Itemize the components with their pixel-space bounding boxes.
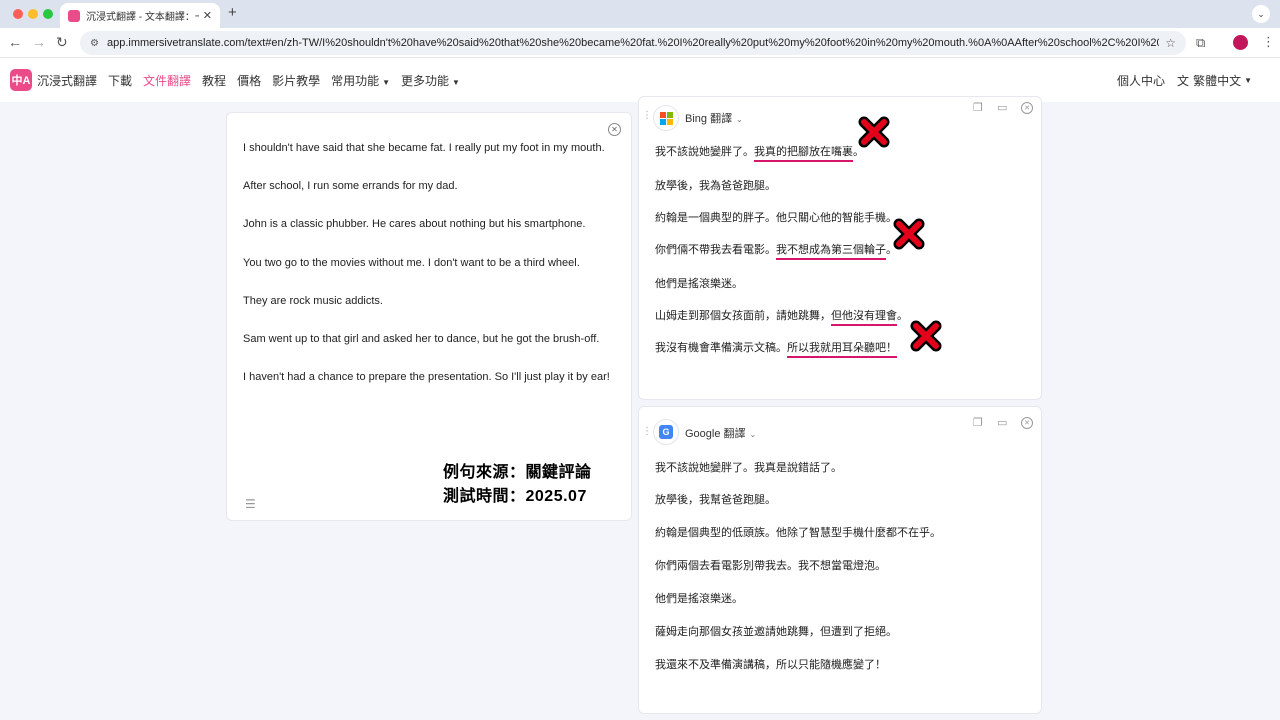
caret-down-icon: ▼ (452, 77, 460, 87)
translation-line: 薩姆走向那個女孩並邀請她跳舞，但遭到了拒絕。 (655, 626, 897, 638)
highlighted-error: 所以我就用耳朵聽吧！ (787, 342, 897, 358)
source-text-panel[interactable]: ✕ I shouldn't have said that she became … (226, 112, 632, 521)
forward-icon[interactable]: → (32, 34, 46, 50)
source-line: You two go to the movies without me. I d… (243, 257, 580, 269)
translation-line: 你們倆不帶我去看電影。我不想成為第三個輪子。 (655, 241, 897, 260)
browser-menu-icon[interactable]: ⋮ (1262, 34, 1275, 50)
nav-pricing[interactable]: 價格 (237, 72, 261, 89)
nav-more-features[interactable]: 更多功能 ▼ (401, 72, 460, 89)
browser-toolbar: ← → ↻ ⚙ app.immersivetranslate.com/text#… (0, 28, 1280, 58)
bing-translation-panel: ⋮⋮ Bing 翻譯 ⌄ ❐ ▭ ✕ 我不該說她變胖了。我真的把腳放在嘴裏。 放學… (638, 96, 1042, 400)
brand-name[interactable]: 沉浸式翻譯 (37, 72, 97, 89)
line-text: 我不該說她變胖了。 (655, 146, 754, 158)
text-wrap-icon[interactable]: ☰ (245, 497, 256, 511)
browser-tab-strip: 沉浸式翻譯 - 文本翻譯：一鍵翻 ✕ + ⌄ (0, 0, 1280, 28)
minimize-window-button[interactable] (28, 9, 38, 19)
nav-document-translate[interactable]: 文件翻譯 (143, 72, 191, 89)
compare-icon[interactable]: ▭ (997, 416, 1007, 429)
engine-selector[interactable]: Bing 翻譯 ⌄ (685, 110, 743, 126)
translation-line: 放學後，我幫爸爸跑腿。 (655, 494, 776, 506)
nav-tutorial[interactable]: 教程 (202, 72, 226, 89)
chevron-down-icon: ⌄ (749, 430, 757, 439)
cross-mark-icon (910, 320, 942, 352)
profile-avatar[interactable] (1233, 35, 1248, 50)
caret-down-icon: ▼ (1244, 75, 1252, 85)
nav-common-features-label: 常用功能 (331, 73, 380, 88)
source-line: They are rock music addicts. (243, 295, 383, 307)
translation-line: 他們是搖滾樂迷。 (655, 593, 743, 605)
chevron-down-icon: ⌄ (736, 115, 743, 124)
line-text: 我沒有機會準備演示文稿。 (655, 342, 787, 354)
test-date-caption: 測試時間：2025.07 (443, 488, 587, 505)
translation-line: 放學後，我為爸爸跑腿。 (655, 180, 776, 192)
cross-mark-icon (893, 218, 925, 250)
translation-line: 我不該說她變胖了。我真是說錯話了。 (655, 462, 842, 474)
source-line: John is a classic phubber. He cares abou… (243, 218, 586, 230)
close-window-button[interactable] (13, 9, 23, 19)
browser-tab[interactable]: 沉浸式翻譯 - 文本翻譯：一鍵翻 ✕ (60, 3, 220, 28)
highlighted-error: 我不想成為第三個輪子 (776, 244, 886, 260)
extensions-icon[interactable]: ⧉ (1196, 35, 1205, 51)
user-center-link[interactable]: 個人中心 (1117, 72, 1165, 89)
cross-mark-icon (858, 116, 890, 148)
tab-title: 沉浸式翻譯 - 文本翻譯：一鍵翻 (86, 12, 199, 23)
translation-line: 山姆走到那個女孩面前，請她跳舞，但他沒有理會。 (655, 307, 908, 326)
example-source-caption: 例句來源：關鍵評論 (443, 464, 592, 481)
bookmark-star-icon[interactable]: ☆ (1165, 36, 1176, 50)
tab-close-icon[interactable]: ✕ (203, 9, 212, 22)
google-translation-panel: ⋮⋮ G Google 翻譯 ⌄ ❐ ▭ ✕ 我不該說她變胖了。我真是說錯話了。 … (638, 406, 1042, 714)
engine-name: Google 翻譯 (685, 428, 746, 440)
language-selector[interactable]: 文 繁體中文 ▼ (1177, 72, 1252, 89)
translate-icon: 文 (1177, 73, 1190, 88)
nav-download[interactable]: 下載 (108, 72, 132, 89)
app-nav: 中A 沉浸式翻譯 下載 文件翻譯 教程 價格 影片教學 常用功能 ▼ 更多功能 ▼ … (0, 58, 1280, 102)
nav-right: 個人中心 文 繁體中文 ▼ (1117, 58, 1252, 102)
copy-icon[interactable]: ❐ (973, 101, 983, 114)
url-text: app.immersivetranslate.com/text#en/zh-TW… (106, 37, 1160, 49)
translation-line: 約翰是一個典型的胖子。他只關心他的智能手機。 (655, 212, 897, 224)
tab-favicon-icon (68, 9, 80, 22)
line-text: 。 (897, 310, 908, 322)
google-translate-logo-icon: G (653, 419, 679, 445)
new-tab-button[interactable]: + (228, 4, 237, 21)
language-label: 繁體中文 (1193, 73, 1242, 88)
translation-line: 他們是搖滾樂迷。 (655, 278, 743, 290)
translation-line: 你們兩個去看電影別帶我去。我不想當電燈泡。 (655, 560, 886, 572)
site-info-icon[interactable]: ⚙ (90, 38, 99, 49)
close-engine-icon[interactable]: ✕ (1021, 102, 1033, 114)
back-icon[interactable]: ← (8, 34, 22, 50)
clear-text-icon[interactable]: ✕ (608, 123, 621, 136)
microsoft-logo-icon (653, 105, 679, 131)
source-line: Sam went up to that girl and asked her t… (243, 333, 600, 345)
close-engine-icon[interactable]: ✕ (1021, 417, 1033, 429)
translation-line: 我還來不及準備演講稿，所以只能隨機應變了！ (655, 659, 886, 671)
tab-search-icon[interactable]: ⌄ (1252, 5, 1270, 23)
translation-line: 我不該說她變胖了。我真的把腳放在嘴裏。 (655, 143, 864, 162)
translation-line: 約翰是個典型的低頭族。他除了智慧型手機什麼都不在乎。 (655, 527, 941, 539)
copy-icon[interactable]: ❐ (973, 416, 983, 429)
nav-video-tutorial[interactable]: 影片教學 (272, 72, 320, 89)
line-text: 你們倆不帶我去看電影。 (655, 244, 776, 256)
line-text: 山姆走到那個女孩面前，請她跳舞， (655, 310, 831, 322)
engine-selector[interactable]: Google 翻譯 ⌄ (685, 425, 756, 441)
highlighted-error: 但他沒有理會 (831, 310, 897, 326)
source-line: After school, I run some errands for my … (243, 180, 458, 192)
nav-more-features-label: 更多功能 (401, 73, 450, 88)
zoom-window-button[interactable] (43, 9, 53, 19)
engine-name: Bing 翻譯 (685, 113, 733, 125)
compare-icon[interactable]: ▭ (997, 101, 1007, 114)
source-line: I haven't had a chance to prepare the pr… (243, 371, 610, 383)
source-line: I shouldn't have said that she became fa… (243, 142, 605, 154)
caret-down-icon: ▼ (382, 77, 391, 87)
reload-icon[interactable]: ↻ (56, 34, 68, 51)
translation-line: 我沒有機會準備演示文稿。所以我就用耳朵聽吧！ (655, 339, 897, 358)
highlighted-error: 我真的把腳放在嘴裏 (754, 146, 853, 162)
address-bar[interactable]: ⚙ app.immersivetranslate.com/text#en/zh-… (80, 31, 1186, 55)
logo-icon[interactable]: 中A (10, 69, 32, 91)
nav-common-features[interactable]: 常用功能 ▼ (331, 72, 390, 89)
